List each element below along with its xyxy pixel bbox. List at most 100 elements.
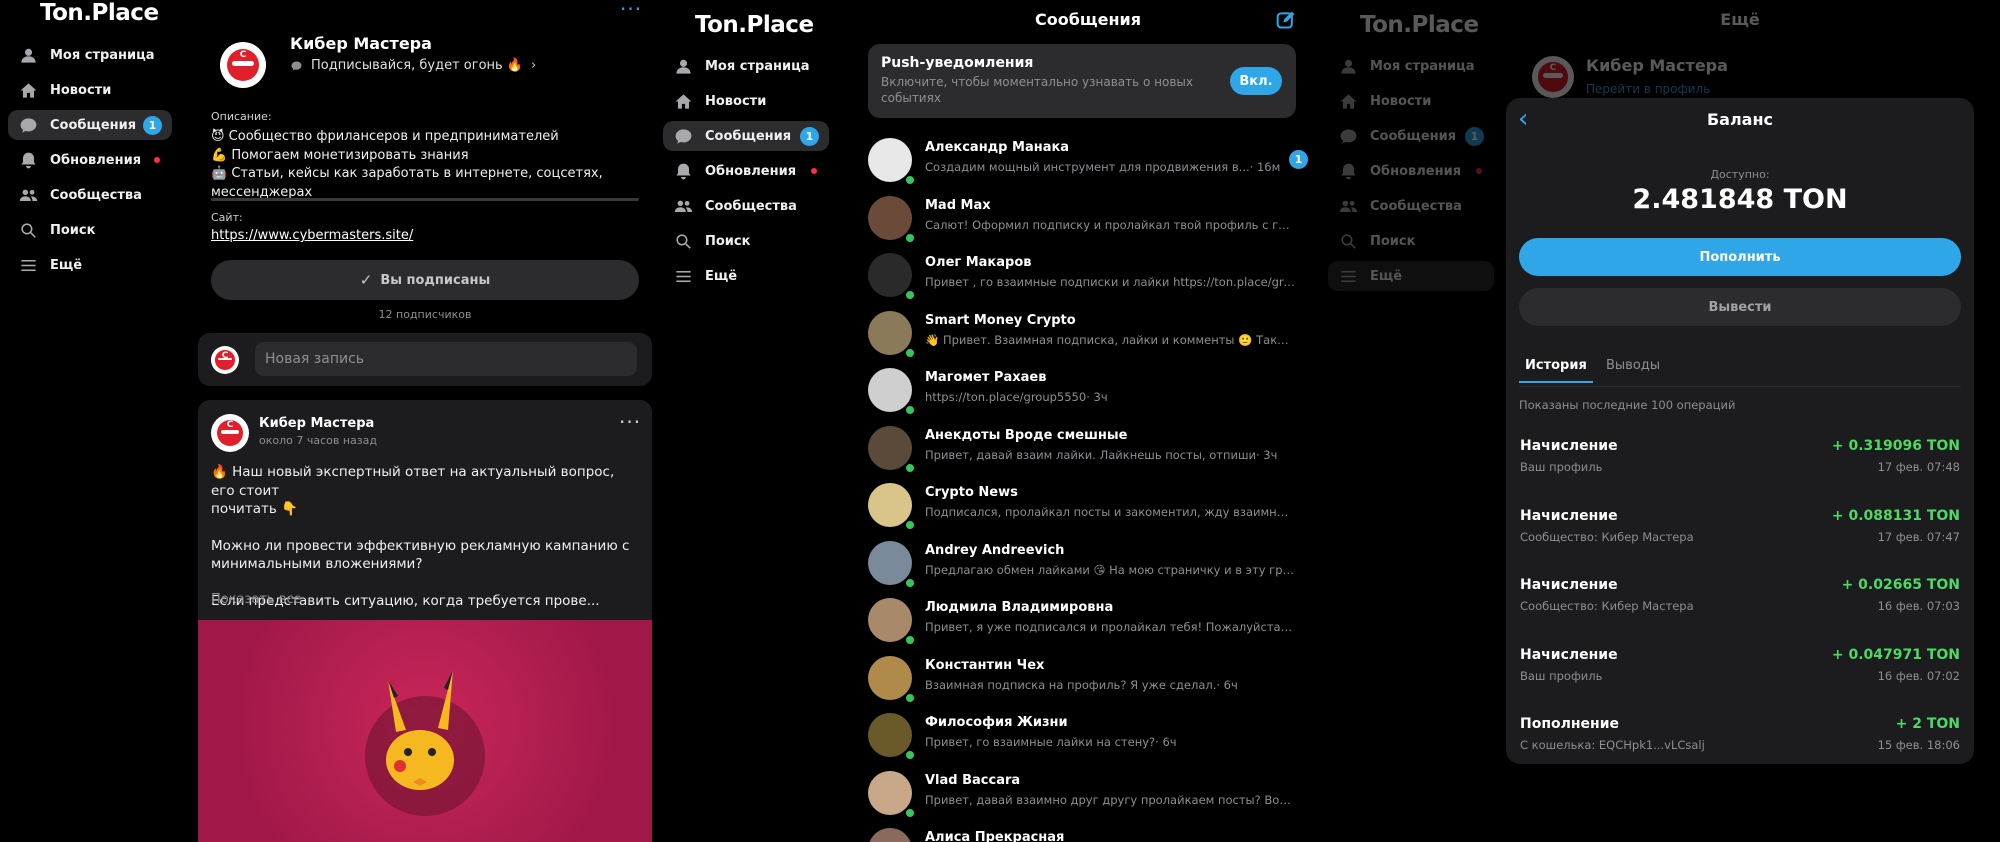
sidebar-item-my-page[interactable]: Моя страница bbox=[8, 40, 172, 70]
sidebar-item-my-page[interactable]: Моя страница bbox=[1328, 51, 1494, 81]
profile-name: Кибер Мастера bbox=[1586, 56, 1728, 75]
unread-badge: 1 bbox=[1465, 126, 1484, 146]
online-indicator bbox=[904, 749, 916, 761]
online-indicator bbox=[904, 231, 916, 244]
post-options-icon[interactable]: ··· bbox=[619, 410, 641, 434]
sidebar-item-communities[interactable]: Сообщества bbox=[1328, 191, 1494, 221]
sidebar-item-messages[interactable]: Сообщения 1 bbox=[663, 121, 829, 151]
sidebar-item-news[interactable]: Новости bbox=[663, 86, 829, 116]
tab-withdrawals[interactable]: Выводы bbox=[1606, 358, 1660, 373]
user-icon bbox=[18, 45, 38, 65]
sidebar-item-communities[interactable]: Сообщества bbox=[8, 180, 172, 210]
chat-list-item[interactable]: Магомет Рахаев https://ton.place/group555… bbox=[868, 366, 1308, 422]
transaction-amount: + 0.047971 TON bbox=[1831, 646, 1960, 663]
unread-badge: 1 bbox=[143, 115, 162, 135]
chat-preview: https://ton.place/group5550· 3ч bbox=[925, 390, 1108, 404]
logo[interactable]: Ton.Place bbox=[1360, 12, 1479, 38]
chat-list-item[interactable]: Александр Манака Создадим мощный инструме… bbox=[868, 136, 1308, 192]
chat-list-item[interactable]: Анекдоты Вроде смешные Привет, давай взаи… bbox=[868, 424, 1308, 480]
sidebar-item-updates[interactable]: Обновления bbox=[663, 156, 829, 186]
sidebar-item-updates[interactable]: Обновления bbox=[8, 145, 172, 175]
sidebar-item-news[interactable]: Новости bbox=[8, 75, 172, 105]
chat-list-item[interactable]: Crypto News Подписался, пролайкал посты и… bbox=[868, 481, 1308, 537]
new-post-card: Новая запись bbox=[198, 333, 652, 386]
chat-list-item[interactable]: Олег Макаров Привет , го взаимные подписк… bbox=[868, 251, 1308, 307]
tabs-divider bbox=[1519, 386, 1961, 387]
show-all-link[interactable]: Показать все bbox=[211, 592, 302, 607]
push-enable-button[interactable]: Вкл. bbox=[1230, 67, 1282, 95]
online-indicator bbox=[904, 806, 916, 819]
sidebar-item-more[interactable]: Ещё bbox=[663, 261, 829, 291]
chat-last-message: Предлагаю обмен лайками 😘 На мою странич… bbox=[925, 562, 1295, 577]
chat-preview: 👋 Привет. Взаимная подписка, лайки и ком… bbox=[925, 333, 1295, 347]
push-card: Push-уведомления Включите, чтобы момента… bbox=[868, 44, 1296, 118]
sidebar-item-search[interactable]: Поиск bbox=[8, 215, 172, 245]
balance-title: Баланс bbox=[1706, 110, 1774, 129]
sidebar-item-messages[interactable]: Сообщения 1 bbox=[1328, 121, 1494, 151]
site-label: Сайт: bbox=[211, 211, 243, 224]
sidebar-item-updates[interactable]: Обновления bbox=[1328, 156, 1494, 186]
online-indicator bbox=[904, 174, 916, 186]
notification-dot bbox=[154, 157, 160, 163]
sidebar-item-news[interactable]: Новости bbox=[1328, 86, 1494, 116]
home-icon bbox=[1338, 91, 1358, 111]
sidebar-item-search[interactable]: Поиск bbox=[663, 226, 829, 256]
sidebar-item-more[interactable]: Ещё bbox=[1328, 261, 1494, 291]
new-post-input[interactable]: Новая запись bbox=[255, 342, 637, 376]
compose-icon[interactable] bbox=[1276, 10, 1296, 30]
chat-time: · 3ч bbox=[1086, 390, 1108, 404]
sidebar-item-more[interactable]: Ещё bbox=[8, 250, 172, 280]
chat-name: Философия Жизни bbox=[925, 715, 1068, 730]
profile-link[interactable]: Перейти в профиль bbox=[1586, 82, 1710, 96]
sidebar-item-messages[interactable]: Сообщения 1 bbox=[8, 110, 172, 140]
chat-list-item[interactable]: Алиса Прекрасная bbox=[868, 826, 1308, 842]
chat-list-item[interactable]: Людмила Владимировна Привет, я уже подпис… bbox=[868, 596, 1308, 652]
search-icon bbox=[18, 220, 38, 240]
history-note: Показаны последние 100 операций bbox=[1519, 398, 1736, 412]
online-indicator bbox=[904, 289, 916, 301]
tab-history[interactable]: История bbox=[1519, 358, 1593, 383]
transaction-amount: + 0.088131 TON bbox=[1831, 507, 1960, 524]
more-title: Ещё bbox=[1720, 10, 1760, 29]
online-indicator bbox=[904, 634, 916, 646]
post-author-avatar[interactable] bbox=[211, 414, 249, 452]
chat-last-message: Подписался, пролайкал посты и закоментил… bbox=[925, 505, 1295, 519]
community-status[interactable]: Подписывайся, будет огонь 🔥 › bbox=[290, 58, 536, 73]
menu-icon bbox=[673, 266, 693, 286]
subscribed-button[interactable]: ✓ Вы подписаны bbox=[211, 260, 639, 300]
chat-list-item[interactable]: Andrey Andreevich Предлагаю обмен лайками… bbox=[868, 539, 1308, 595]
chat-list-item[interactable]: Mad Max Салют! Оформил подписку и пролайк… bbox=[868, 194, 1308, 250]
online-indicator bbox=[904, 404, 916, 416]
sidebar-item-my-page[interactable]: Моя страница bbox=[663, 51, 829, 81]
chat-list-item[interactable]: Smart Money Crypto 👋 Привет. Взаимная под… bbox=[868, 309, 1308, 365]
post-image[interactable] bbox=[198, 620, 652, 842]
chat-list-item[interactable]: Vlad Baccara Привет, давай взаимно друг д… bbox=[868, 769, 1308, 825]
withdraw-button[interactable]: Вывести bbox=[1519, 288, 1961, 326]
profile-avatar[interactable] bbox=[1532, 56, 1574, 98]
unread-badge: 1 bbox=[800, 126, 819, 146]
chat-list-item[interactable]: Философия Жизни Привет, го взаимные лайки… bbox=[868, 711, 1308, 767]
community-avatar[interactable] bbox=[220, 42, 266, 88]
description-label: Описание: bbox=[211, 110, 272, 123]
chat-name: Mad Max bbox=[925, 197, 991, 213]
post-author[interactable]: Кибер Мастера bbox=[259, 416, 374, 431]
subscribers-count: 12 подписчиков bbox=[378, 308, 472, 321]
site-link[interactable]: https://www.cybermasters.site/ bbox=[211, 228, 413, 243]
logo[interactable]: Ton.Place bbox=[40, 0, 159, 26]
sidebar-item-search[interactable]: Поиск bbox=[1328, 226, 1494, 256]
chat-list-item[interactable]: Константин Чех Взаимная подписка на профи… bbox=[868, 654, 1308, 710]
chat-name: Магомет Рахаев bbox=[925, 370, 1047, 385]
logo[interactable]: Ton.Place bbox=[695, 12, 814, 38]
chat-icon bbox=[673, 126, 693, 146]
pikachu-illustration bbox=[386, 670, 454, 790]
chat-last-message: Привет, я уже подписался и пролайкал теб… bbox=[925, 620, 1295, 634]
sidebar-item-communities[interactable]: Сообщества bbox=[663, 191, 829, 221]
chat-last-message: Салют! Оформил подписку и пролайкал твой… bbox=[925, 217, 1295, 232]
chat-name: Константин Чех bbox=[925, 657, 1045, 673]
sidebar-item-label: Ещё bbox=[50, 257, 83, 273]
topup-button[interactable]: Пополнить bbox=[1519, 238, 1961, 276]
sidebar-item-label: Новости bbox=[50, 82, 112, 98]
online-indicator bbox=[904, 691, 916, 704]
post-time: около 7 часов назад bbox=[259, 434, 377, 447]
more-options-icon[interactable]: ··· bbox=[620, 0, 642, 19]
